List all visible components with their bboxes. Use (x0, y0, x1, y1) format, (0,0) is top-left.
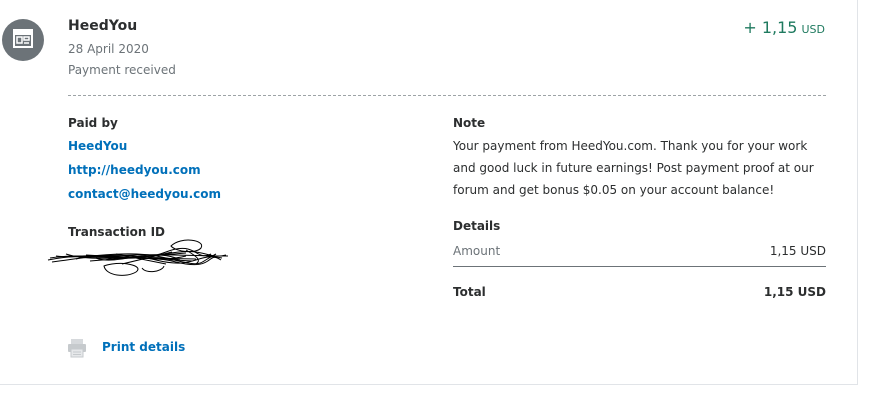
transaction-date: 28 April 2020 (68, 42, 149, 56)
paid-by-label: Paid by (68, 116, 118, 130)
print-details-link[interactable]: Print details (102, 340, 185, 354)
transaction-card: HeedYou 28 April 2020 Payment received +… (0, 0, 858, 385)
merchant-name: HeedYou (68, 18, 138, 34)
payer-email-link[interactable]: contact@heedyou.com (68, 187, 221, 201)
note-label: Note (453, 116, 486, 130)
payer-website-link[interactable]: http://heedyou.com (68, 163, 201, 177)
details-label: Details (453, 219, 501, 233)
amount-row-value: 1,15 USD (769, 244, 826, 258)
amount-row-label: Amount (453, 244, 501, 258)
details-separator (453, 266, 826, 267)
details-amount-row: Amount 1,15 USD (453, 244, 826, 258)
details-total-row: Total 1,15 USD (453, 285, 826, 299)
transaction-amount: + 1,15 USD (743, 18, 825, 37)
dashed-divider (68, 95, 826, 96)
merchant-avatar (2, 19, 44, 61)
amount-value: + 1,15 (743, 18, 798, 37)
storefront-icon (10, 25, 36, 55)
amount-currency: USD (801, 23, 825, 36)
transaction-id-redaction (47, 239, 229, 276)
printer-icon[interactable] (67, 338, 87, 358)
total-row-value: 1,15 USD (763, 285, 826, 299)
note-text: Your payment from HeedYou.com. Thank you… (453, 139, 814, 197)
transaction-status: Payment received (68, 63, 176, 77)
payer-name-link[interactable]: HeedYou (68, 139, 127, 153)
total-row-label: Total (453, 285, 486, 299)
